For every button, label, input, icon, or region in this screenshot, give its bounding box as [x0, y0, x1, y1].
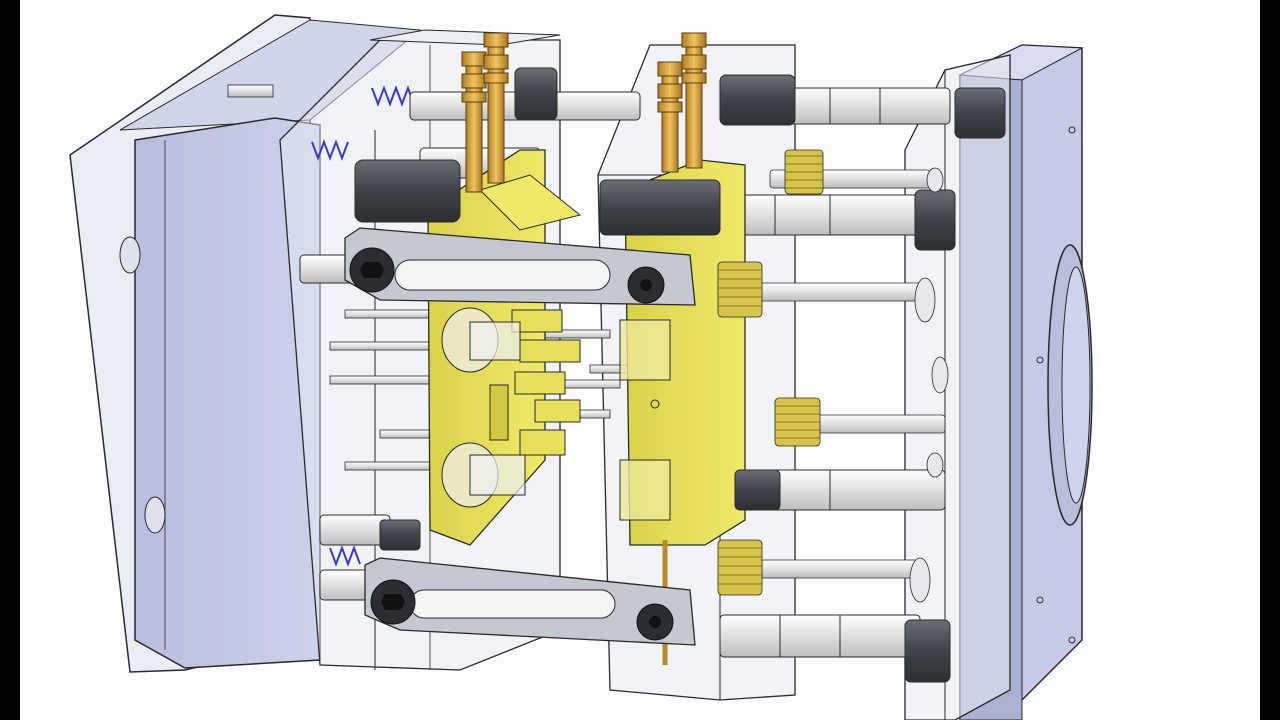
mold-assembly-drawing: [69, 14, 1093, 720]
cad-viewport: [20, 0, 1260, 720]
video-frame: [0, 0, 1280, 720]
